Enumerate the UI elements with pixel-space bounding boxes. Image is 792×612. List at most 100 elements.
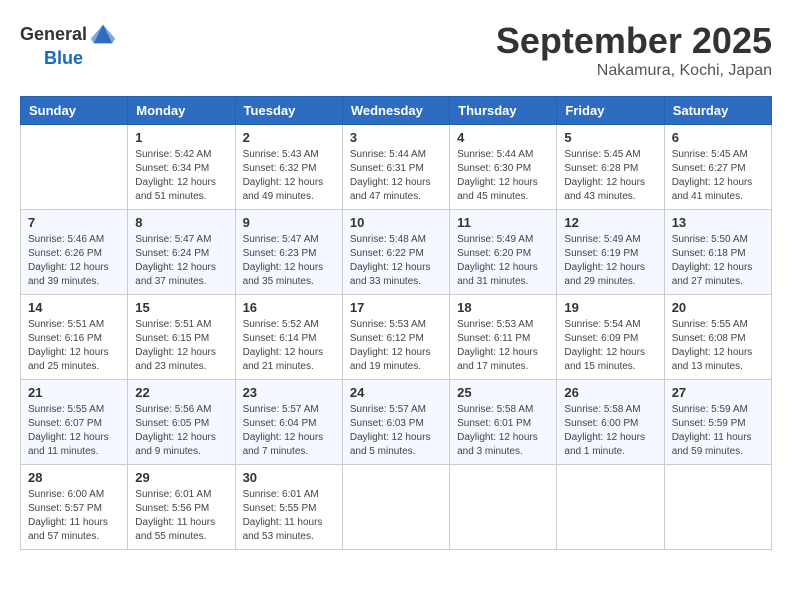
- day-info: Sunrise: 5:50 AM Sunset: 6:18 PM Dayligh…: [672, 233, 764, 289]
- day-number: 27: [672, 385, 764, 400]
- day-number: 11: [457, 215, 549, 230]
- day-info: Sunrise: 6:00 AM Sunset: 5:57 PM Dayligh…: [28, 488, 120, 544]
- day-number: 20: [672, 300, 764, 315]
- day-number: 4: [457, 130, 549, 145]
- calendar-cell: 22Sunrise: 5:56 AM Sunset: 6:05 PM Dayli…: [128, 380, 235, 465]
- day-number: 12: [564, 215, 656, 230]
- day-number: 17: [350, 300, 442, 315]
- calendar-week-row: 7Sunrise: 5:46 AM Sunset: 6:26 PM Daylig…: [21, 210, 772, 295]
- day-number: 16: [243, 300, 335, 315]
- day-number: 5: [564, 130, 656, 145]
- day-number: 3: [350, 130, 442, 145]
- calendar-cell: 5Sunrise: 5:45 AM Sunset: 6:28 PM Daylig…: [557, 125, 664, 210]
- logo-general-text: General: [20, 24, 87, 45]
- day-number: 14: [28, 300, 120, 315]
- day-number: 10: [350, 215, 442, 230]
- title-block: September 2025 Nakamura, Kochi, Japan: [496, 20, 772, 80]
- weekday-header-thursday: Thursday: [450, 97, 557, 125]
- weekday-header-tuesday: Tuesday: [235, 97, 342, 125]
- weekday-header-saturday: Saturday: [664, 97, 771, 125]
- calendar-cell: 26 Sunrise: 5:58 AM Sunset: 6:00 PM Dayli…: [557, 380, 664, 465]
- day-number: 23: [243, 385, 335, 400]
- weekday-header-wednesday: Wednesday: [342, 97, 449, 125]
- day-number: 18: [457, 300, 549, 315]
- day-info: Sunrise: 6:01 AM Sunset: 5:55 PM Dayligh…: [243, 488, 335, 544]
- logo-blue-text: Blue: [44, 48, 83, 68]
- day-info: Sunrise: 5:53 AM Sunset: 6:12 PM Dayligh…: [350, 318, 442, 374]
- calendar-cell: 21 Sunrise: 5:55 AM Sunset: 6:07 PM Dayli…: [21, 380, 128, 465]
- calendar-cell: 28 Sunrise: 6:00 AM Sunset: 5:57 PM Dayli…: [21, 465, 128, 550]
- day-info: Sunrise: 5:42 AM Sunset: 6:34 PM Dayligh…: [135, 148, 227, 204]
- day-info: Sunrise: 5:58 AM Sunset: 6:01 PM Dayligh…: [457, 403, 549, 459]
- logo-icon: [89, 20, 117, 48]
- calendar-cell: 8Sunrise: 5:47 AM Sunset: 6:24 PM Daylig…: [128, 210, 235, 295]
- calendar-cell: 12 Sunrise: 5:49 AM Sunset: 6:19 PM Dayli…: [557, 210, 664, 295]
- day-number: 13: [672, 215, 764, 230]
- day-number: 24: [350, 385, 442, 400]
- calendar-cell: [21, 125, 128, 210]
- calendar-cell: 18 Sunrise: 5:53 AM Sunset: 6:11 PM Dayli…: [450, 295, 557, 380]
- day-number: 30: [243, 470, 335, 485]
- calendar-cell: 17 Sunrise: 5:53 AM Sunset: 6:12 PM Dayli…: [342, 295, 449, 380]
- calendar-cell: 9 Sunrise: 5:47 AM Sunset: 6:23 PM Daylig…: [235, 210, 342, 295]
- day-info: Sunrise: 5:52 AM Sunset: 6:14 PM Dayligh…: [243, 318, 335, 374]
- day-number: 25: [457, 385, 549, 400]
- calendar-cell: 20 Sunrise: 5:55 AM Sunset: 6:08 PM Dayli…: [664, 295, 771, 380]
- calendar-cell: [664, 465, 771, 550]
- logo: General Blue: [20, 20, 117, 69]
- day-number: 21: [28, 385, 120, 400]
- calendar-cell: 19 Sunrise: 5:54 AM Sunset: 6:09 PM Dayli…: [557, 295, 664, 380]
- calendar-cell: 24 Sunrise: 5:57 AM Sunset: 6:03 PM Dayli…: [342, 380, 449, 465]
- calendar-cell: [557, 465, 664, 550]
- day-info: Sunrise: 5:43 AM Sunset: 6:32 PM Dayligh…: [243, 148, 335, 204]
- calendar-cell: [450, 465, 557, 550]
- calendar-table: SundayMondayTuesdayWednesdayThursdayFrid…: [20, 96, 772, 550]
- day-info: Sunrise: 6:01 AM Sunset: 5:56 PM Dayligh…: [135, 488, 227, 544]
- day-number: 6: [672, 130, 764, 145]
- calendar-cell: 27 Sunrise: 5:59 AM Sunset: 5:59 PM Dayli…: [664, 380, 771, 465]
- day-number: 9: [243, 215, 335, 230]
- day-info: Sunrise: 5:55 AM Sunset: 6:08 PM Dayligh…: [672, 318, 764, 374]
- day-info: Sunrise: 5:53 AM Sunset: 6:11 PM Dayligh…: [457, 318, 549, 374]
- calendar-cell: 25 Sunrise: 5:58 AM Sunset: 6:01 PM Dayli…: [450, 380, 557, 465]
- calendar-cell: 30 Sunrise: 6:01 AM Sunset: 5:55 PM Dayli…: [235, 465, 342, 550]
- calendar-cell: 3Sunrise: 5:44 AM Sunset: 6:31 PM Daylig…: [342, 125, 449, 210]
- day-number: 7: [28, 215, 120, 230]
- month-title: September 2025: [496, 20, 772, 62]
- weekday-header-monday: Monday: [128, 97, 235, 125]
- day-info: Sunrise: 5:49 AM Sunset: 6:19 PM Dayligh…: [564, 233, 656, 289]
- day-info: Sunrise: 5:49 AM Sunset: 6:20 PM Dayligh…: [457, 233, 549, 289]
- calendar-cell: 11 Sunrise: 5:49 AM Sunset: 6:20 PM Dayli…: [450, 210, 557, 295]
- day-info: Sunrise: 5:51 AM Sunset: 6:15 PM Dayligh…: [135, 318, 227, 374]
- day-number: 15: [135, 300, 227, 315]
- day-info: Sunrise: 5:47 AM Sunset: 6:24 PM Dayligh…: [135, 233, 227, 289]
- day-info: Sunrise: 5:57 AM Sunset: 6:03 PM Dayligh…: [350, 403, 442, 459]
- calendar-cell: 23Sunrise: 5:57 AM Sunset: 6:04 PM Dayli…: [235, 380, 342, 465]
- calendar-cell: 6Sunrise: 5:45 AM Sunset: 6:27 PM Daylig…: [664, 125, 771, 210]
- calendar-week-row: 14 Sunrise: 5:51 AM Sunset: 6:16 PM Dayli…: [21, 295, 772, 380]
- calendar-cell: 16 Sunrise: 5:52 AM Sunset: 6:14 PM Dayli…: [235, 295, 342, 380]
- day-info: Sunrise: 5:54 AM Sunset: 6:09 PM Dayligh…: [564, 318, 656, 374]
- day-info: Sunrise: 5:55 AM Sunset: 6:07 PM Dayligh…: [28, 403, 120, 459]
- day-info: Sunrise: 5:51 AM Sunset: 6:16 PM Dayligh…: [28, 318, 120, 374]
- weekday-header-friday: Friday: [557, 97, 664, 125]
- weekday-header-row: SundayMondayTuesdayWednesdayThursdayFrid…: [21, 97, 772, 125]
- day-number: 28: [28, 470, 120, 485]
- weekday-header-sunday: Sunday: [21, 97, 128, 125]
- day-info: Sunrise: 5:59 AM Sunset: 5:59 PM Dayligh…: [672, 403, 764, 459]
- calendar-cell: 14 Sunrise: 5:51 AM Sunset: 6:16 PM Dayli…: [21, 295, 128, 380]
- calendar-cell: 7Sunrise: 5:46 AM Sunset: 6:26 PM Daylig…: [21, 210, 128, 295]
- day-number: 19: [564, 300, 656, 315]
- day-number: 2: [243, 130, 335, 145]
- day-info: Sunrise: 5:48 AM Sunset: 6:22 PM Dayligh…: [350, 233, 442, 289]
- calendar-cell: 13 Sunrise: 5:50 AM Sunset: 6:18 PM Dayli…: [664, 210, 771, 295]
- page-header: General Blue September 2025 Nakamura, Ko…: [20, 20, 772, 80]
- calendar-cell: 10 Sunrise: 5:48 AM Sunset: 6:22 PM Dayli…: [342, 210, 449, 295]
- calendar-cell: [342, 465, 449, 550]
- calendar-cell: 1Sunrise: 5:42 AM Sunset: 6:34 PM Daylig…: [128, 125, 235, 210]
- day-info: Sunrise: 5:58 AM Sunset: 6:00 PM Dayligh…: [564, 403, 656, 459]
- day-number: 29: [135, 470, 227, 485]
- day-info: Sunrise: 5:47 AM Sunset: 6:23 PM Dayligh…: [243, 233, 335, 289]
- calendar-cell: 4Sunrise: 5:44 AM Sunset: 6:30 PM Daylig…: [450, 125, 557, 210]
- day-number: 26: [564, 385, 656, 400]
